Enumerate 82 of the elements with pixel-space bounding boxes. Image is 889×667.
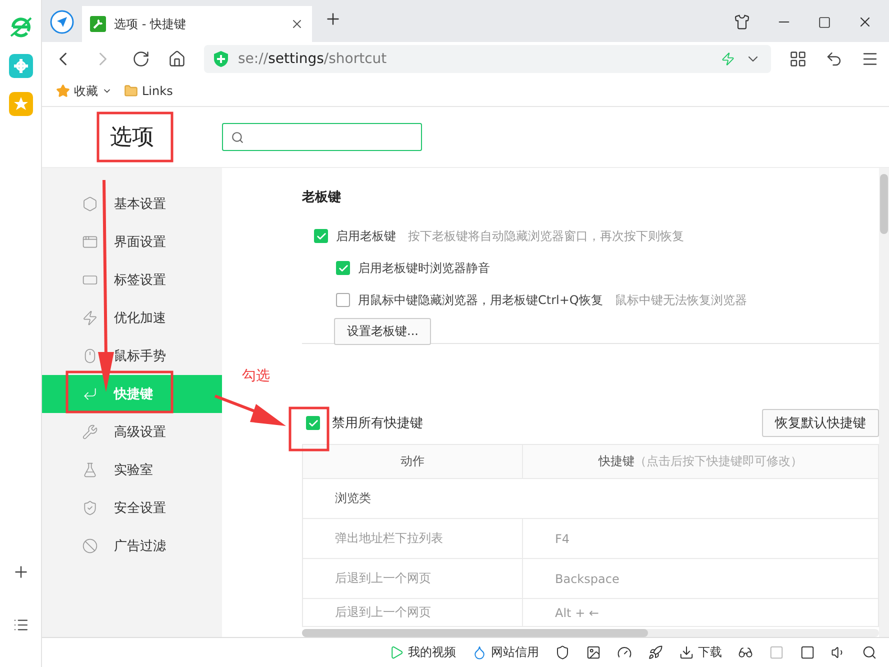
table-cell: 后退到上一个网页: [303, 559, 523, 598]
check-icon: [308, 418, 318, 428]
nav-item[interactable]: 界面设置: [42, 223, 222, 261]
nav-item[interactable]: 标签设置: [42, 261, 222, 299]
rocket-icon[interactable]: [648, 645, 663, 660]
star-app-icon[interactable]: [8, 92, 32, 116]
nav-item[interactable]: 优化加速: [42, 299, 222, 337]
maximize-icon[interactable]: [818, 16, 831, 28]
nav-item[interactable]: 实验室: [42, 451, 222, 489]
restore-defaults-button[interactable]: 恢复默认快捷键: [762, 409, 879, 437]
search-field[interactable]: [222, 123, 422, 151]
window-icon: [82, 234, 98, 250]
grid-icon[interactable]: [789, 50, 807, 68]
hexagon-icon: [82, 196, 98, 212]
reload-icon[interactable]: [132, 50, 150, 68]
lightning-icon: [82, 310, 98, 326]
new-tab-icon[interactable]: [324, 10, 342, 28]
glasses-icon[interactable]: [738, 645, 753, 660]
highlight-frame: [288, 406, 330, 452]
shield-icon[interactable]: [555, 645, 570, 660]
gauge-icon[interactable]: [617, 645, 632, 660]
prohibited-icon: [82, 538, 98, 554]
wrench-icon: [90, 16, 106, 32]
checkbox[interactable]: [314, 229, 328, 243]
option-hint: 按下老板键将自动隐藏浏览器窗口，再次按下则恢复: [408, 228, 684, 244]
table-cell: 弹出地址栏下拉列表: [303, 519, 523, 558]
set-boss-key-button[interactable]: 设置老板键...: [334, 318, 432, 345]
nav-item[interactable]: 安全设置: [42, 489, 222, 527]
shirt-icon[interactable]: [734, 14, 750, 30]
checkbox[interactable]: [336, 293, 350, 307]
checkbox[interactable]: [336, 261, 350, 275]
column-header: 快捷键（点击后按下快捷键即可修改）: [597, 453, 804, 470]
option-label: 禁用所有快捷键: [332, 415, 423, 432]
shield-icon: [214, 51, 228, 67]
option-hint: 鼠标中键无法恢复浏览器: [614, 292, 747, 308]
navigation-icon[interactable]: [50, 10, 74, 34]
bookmark-label: 收藏: [74, 82, 98, 100]
option-label: 启用老板键: [336, 228, 396, 244]
check-icon: [316, 230, 326, 242]
page-title: 选项: [110, 124, 154, 152]
download-icon: [679, 645, 694, 660]
checkbox[interactable]: [306, 416, 320, 430]
group-header: 浏览类: [334, 490, 372, 507]
scrollbar[interactable]: [302, 629, 879, 637]
scrollbar[interactable]: [879, 168, 889, 637]
address-field[interactable]: se://settings/shortcut: [204, 45, 771, 73]
check-icon: [338, 262, 348, 274]
bookmark[interactable]: 收藏: [56, 82, 112, 100]
section-heading: 老板键: [302, 189, 342, 206]
browser-tab[interactable]: 选项 - 快捷键: [82, 6, 312, 42]
wrench-icon: [82, 424, 98, 440]
table-cell: 后退到上一个网页: [303, 599, 523, 626]
mouse-icon: [82, 348, 98, 364]
nav-item[interactable]: 鼠标手势: [42, 337, 222, 375]
folder-icon: [124, 84, 138, 98]
option-label: 用鼠标中键隐藏浏览器，用老板键Ctrl+Q恢复: [358, 292, 603, 308]
nav-item[interactable]: 基本设置: [42, 185, 222, 223]
status-button[interactable]: 下载: [679, 644, 722, 661]
home-icon[interactable]: [168, 50, 186, 68]
window-icon[interactable]: [800, 645, 815, 660]
flask-icon: [82, 462, 98, 478]
bookmark[interactable]: Links: [124, 84, 173, 98]
nav-item[interactable]: 广告过滤: [42, 527, 222, 565]
option-label: 启用老板键时浏览器静音: [358, 260, 490, 276]
menu-icon[interactable]: [861, 50, 879, 68]
shield-icon: [82, 500, 98, 516]
close-icon[interactable]: [290, 17, 304, 31]
search-icon: [231, 130, 244, 144]
image-icon[interactable]: [586, 645, 601, 660]
search-icon[interactable]: [862, 645, 877, 660]
annotation-text: 勾选: [242, 367, 270, 385]
nav-item[interactable]: 高级设置: [42, 413, 222, 451]
undo-icon[interactable]: [825, 50, 843, 68]
annotation-arrow: [214, 394, 286, 426]
enter-key-icon: [82, 386, 98, 402]
status-button[interactable]: 我的视频: [389, 644, 456, 661]
star-icon: [56, 84, 70, 98]
column-header: 动作: [303, 445, 523, 478]
status-button[interactable]: 网站信用: [472, 644, 539, 661]
drop-icon: [472, 645, 487, 660]
play-icon: [389, 645, 404, 660]
bookmark-label: Links: [142, 84, 173, 98]
